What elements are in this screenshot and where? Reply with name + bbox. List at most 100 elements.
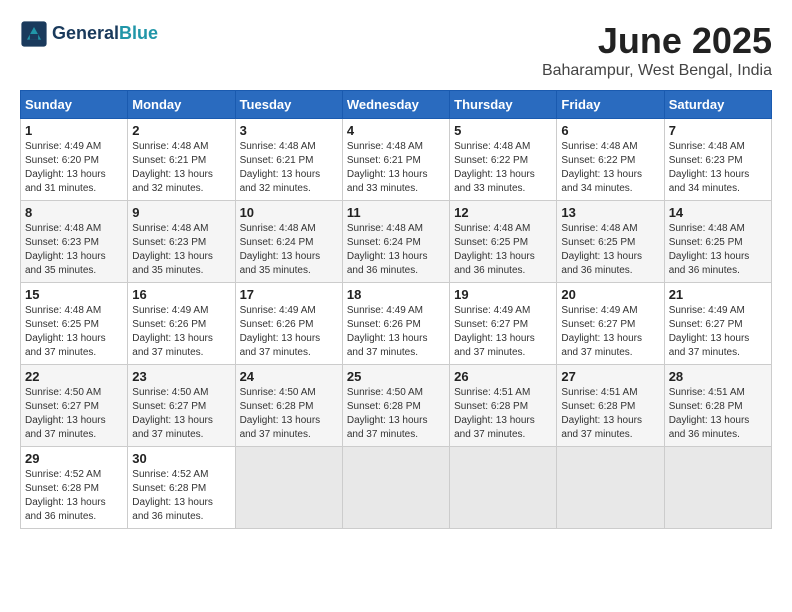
header-thursday: Thursday	[450, 91, 557, 119]
day-cell	[664, 447, 771, 529]
day-cell: 20 Sunrise: 4:49 AMSunset: 6:27 PMDaylig…	[557, 283, 664, 365]
day-number: 4	[347, 123, 445, 138]
day-cell	[342, 447, 449, 529]
day-info: Sunrise: 4:49 AMSunset: 6:26 PMDaylight:…	[240, 305, 321, 358]
day-number: 2	[132, 123, 230, 138]
day-info: Sunrise: 4:50 AMSunset: 6:28 PMDaylight:…	[347, 387, 428, 440]
header-wednesday: Wednesday	[342, 91, 449, 119]
day-cell	[450, 447, 557, 529]
day-info: Sunrise: 4:48 AMSunset: 6:25 PMDaylight:…	[561, 223, 642, 276]
calendar-header-row: SundayMondayTuesdayWednesdayThursdayFrid…	[21, 91, 772, 119]
day-cell: 10 Sunrise: 4:48 AMSunset: 6:24 PMDaylig…	[235, 201, 342, 283]
day-info: Sunrise: 4:48 AMSunset: 6:23 PMDaylight:…	[132, 223, 213, 276]
week-row-2: 8 Sunrise: 4:48 AMSunset: 6:23 PMDayligh…	[21, 201, 772, 283]
day-cell: 14 Sunrise: 4:48 AMSunset: 6:25 PMDaylig…	[664, 201, 771, 283]
day-cell: 7 Sunrise: 4:48 AMSunset: 6:23 PMDayligh…	[664, 119, 771, 201]
day-info: Sunrise: 4:51 AMSunset: 6:28 PMDaylight:…	[561, 387, 642, 440]
day-number: 13	[561, 205, 659, 220]
logo: GeneralBlue	[20, 20, 158, 48]
day-cell	[557, 447, 664, 529]
header-saturday: Saturday	[664, 91, 771, 119]
header-friday: Friday	[557, 91, 664, 119]
day-number: 28	[669, 369, 767, 384]
day-info: Sunrise: 4:51 AMSunset: 6:28 PMDaylight:…	[454, 387, 535, 440]
day-cell: 21 Sunrise: 4:49 AMSunset: 6:27 PMDaylig…	[664, 283, 771, 365]
day-info: Sunrise: 4:48 AMSunset: 6:22 PMDaylight:…	[561, 141, 642, 194]
logo-text: GeneralBlue	[52, 24, 158, 44]
day-number: 23	[132, 369, 230, 384]
logo-icon	[20, 20, 48, 48]
day-info: Sunrise: 4:48 AMSunset: 6:21 PMDaylight:…	[132, 141, 213, 194]
day-number: 8	[25, 205, 123, 220]
header-monday: Monday	[128, 91, 235, 119]
day-cell: 2 Sunrise: 4:48 AMSunset: 6:21 PMDayligh…	[128, 119, 235, 201]
day-cell: 27 Sunrise: 4:51 AMSunset: 6:28 PMDaylig…	[557, 365, 664, 447]
day-number: 18	[347, 287, 445, 302]
day-info: Sunrise: 4:49 AMSunset: 6:20 PMDaylight:…	[25, 141, 106, 194]
day-number: 25	[347, 369, 445, 384]
day-info: Sunrise: 4:48 AMSunset: 6:24 PMDaylight:…	[240, 223, 321, 276]
week-row-3: 15 Sunrise: 4:48 AMSunset: 6:25 PMDaylig…	[21, 283, 772, 365]
week-row-5: 29 Sunrise: 4:52 AMSunset: 6:28 PMDaylig…	[21, 447, 772, 529]
day-cell: 24 Sunrise: 4:50 AMSunset: 6:28 PMDaylig…	[235, 365, 342, 447]
day-info: Sunrise: 4:49 AMSunset: 6:26 PMDaylight:…	[132, 305, 213, 358]
day-cell: 19 Sunrise: 4:49 AMSunset: 6:27 PMDaylig…	[450, 283, 557, 365]
day-cell: 17 Sunrise: 4:49 AMSunset: 6:26 PMDaylig…	[235, 283, 342, 365]
day-number: 20	[561, 287, 659, 302]
day-info: Sunrise: 4:49 AMSunset: 6:27 PMDaylight:…	[454, 305, 535, 358]
day-number: 29	[25, 451, 123, 466]
day-cell: 28 Sunrise: 4:51 AMSunset: 6:28 PMDaylig…	[664, 365, 771, 447]
day-info: Sunrise: 4:50 AMSunset: 6:27 PMDaylight:…	[132, 387, 213, 440]
header-sunday: Sunday	[21, 91, 128, 119]
day-cell: 22 Sunrise: 4:50 AMSunset: 6:27 PMDaylig…	[21, 365, 128, 447]
week-row-1: 1 Sunrise: 4:49 AMSunset: 6:20 PMDayligh…	[21, 119, 772, 201]
day-number: 3	[240, 123, 338, 138]
day-number: 30	[132, 451, 230, 466]
day-number: 19	[454, 287, 552, 302]
day-info: Sunrise: 4:48 AMSunset: 6:21 PMDaylight:…	[240, 141, 321, 194]
day-cell: 18 Sunrise: 4:49 AMSunset: 6:26 PMDaylig…	[342, 283, 449, 365]
day-info: Sunrise: 4:49 AMSunset: 6:27 PMDaylight:…	[561, 305, 642, 358]
day-cell: 3 Sunrise: 4:48 AMSunset: 6:21 PMDayligh…	[235, 119, 342, 201]
day-cell: 25 Sunrise: 4:50 AMSunset: 6:28 PMDaylig…	[342, 365, 449, 447]
day-number: 9	[132, 205, 230, 220]
day-cell: 12 Sunrise: 4:48 AMSunset: 6:25 PMDaylig…	[450, 201, 557, 283]
day-cell: 26 Sunrise: 4:51 AMSunset: 6:28 PMDaylig…	[450, 365, 557, 447]
day-info: Sunrise: 4:50 AMSunset: 6:28 PMDaylight:…	[240, 387, 321, 440]
day-info: Sunrise: 4:48 AMSunset: 6:25 PMDaylight:…	[669, 223, 750, 276]
day-number: 1	[25, 123, 123, 138]
day-number: 10	[240, 205, 338, 220]
day-info: Sunrise: 4:52 AMSunset: 6:28 PMDaylight:…	[25, 469, 106, 522]
day-number: 26	[454, 369, 552, 384]
day-info: Sunrise: 4:50 AMSunset: 6:27 PMDaylight:…	[25, 387, 106, 440]
day-cell: 16 Sunrise: 4:49 AMSunset: 6:26 PMDaylig…	[128, 283, 235, 365]
day-cell: 8 Sunrise: 4:48 AMSunset: 6:23 PMDayligh…	[21, 201, 128, 283]
day-cell: 15 Sunrise: 4:48 AMSunset: 6:25 PMDaylig…	[21, 283, 128, 365]
day-number: 11	[347, 205, 445, 220]
day-info: Sunrise: 4:48 AMSunset: 6:24 PMDaylight:…	[347, 223, 428, 276]
day-number: 15	[25, 287, 123, 302]
day-cell: 1 Sunrise: 4:49 AMSunset: 6:20 PMDayligh…	[21, 119, 128, 201]
location-title: Baharampur, West Bengal, India	[542, 62, 772, 80]
title-area: June 2025 Baharampur, West Bengal, India	[542, 20, 772, 80]
header-tuesday: Tuesday	[235, 91, 342, 119]
day-cell: 23 Sunrise: 4:50 AMSunset: 6:27 PMDaylig…	[128, 365, 235, 447]
day-info: Sunrise: 4:49 AMSunset: 6:27 PMDaylight:…	[669, 305, 750, 358]
month-title: June 2025	[542, 20, 772, 62]
day-number: 5	[454, 123, 552, 138]
day-cell: 4 Sunrise: 4:48 AMSunset: 6:21 PMDayligh…	[342, 119, 449, 201]
day-cell: 11 Sunrise: 4:48 AMSunset: 6:24 PMDaylig…	[342, 201, 449, 283]
day-number: 14	[669, 205, 767, 220]
day-number: 27	[561, 369, 659, 384]
calendar-table: SundayMondayTuesdayWednesdayThursdayFrid…	[20, 90, 772, 529]
day-cell: 13 Sunrise: 4:48 AMSunset: 6:25 PMDaylig…	[557, 201, 664, 283]
day-info: Sunrise: 4:49 AMSunset: 6:26 PMDaylight:…	[347, 305, 428, 358]
day-info: Sunrise: 4:48 AMSunset: 6:25 PMDaylight:…	[454, 223, 535, 276]
day-info: Sunrise: 4:48 AMSunset: 6:23 PMDaylight:…	[669, 141, 750, 194]
day-cell: 6 Sunrise: 4:48 AMSunset: 6:22 PMDayligh…	[557, 119, 664, 201]
day-info: Sunrise: 4:48 AMSunset: 6:23 PMDaylight:…	[25, 223, 106, 276]
day-info: Sunrise: 4:48 AMSunset: 6:25 PMDaylight:…	[25, 305, 106, 358]
day-number: 12	[454, 205, 552, 220]
day-cell	[235, 447, 342, 529]
day-number: 6	[561, 123, 659, 138]
